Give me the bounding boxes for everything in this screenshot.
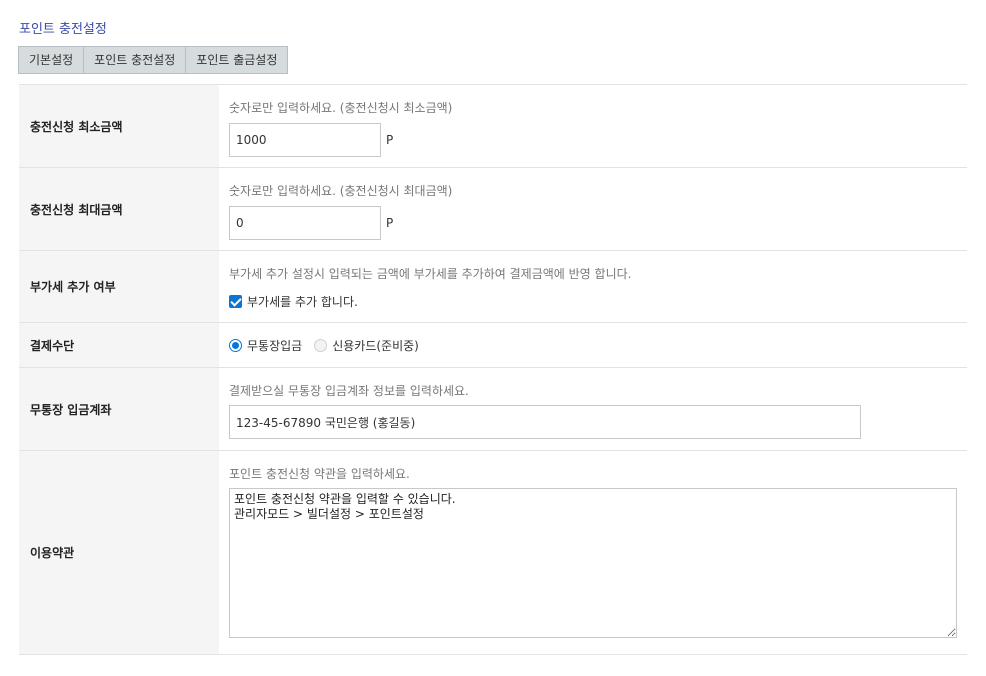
max-amount-label: 충전신청 최대금액 <box>19 168 219 250</box>
row-max-amount: 충전신청 최대금액 숫자로만 입력하세요. (충전신청시 최대금액) P <box>19 168 967 251</box>
radio-credit-card <box>314 338 328 352</box>
terms-content: 포인트 충전신청 약관을 입력하세요. 포인트 충전신청 약관을 입력할 수 있… <box>219 451 967 654</box>
min-amount-hint: 숫자로만 입력하세요. (충전신청시 최소금액) <box>229 101 453 115</box>
bank-account-label: 무통장 입금계좌 <box>19 368 219 450</box>
max-amount-unit: P <box>386 216 394 230</box>
row-min-amount: 충전신청 최소금액 숫자로만 입력하세요. (충전신청시 최소금액) P <box>19 85 967 168</box>
tab-point-charge-settings[interactable]: 포인트 충전설정 <box>84 47 187 73</box>
vat-checkbox[interactable] <box>229 295 242 308</box>
radio-credit-card-label: 신용카드(준비중) <box>332 338 419 353</box>
tab-point-withdraw-settings[interactable]: 포인트 출금설정 <box>186 47 287 73</box>
row-vat: 부가세 추가 여부 부가세 추가 설정시 입력되는 금액에 부가세를 추가하여 … <box>19 251 967 323</box>
vat-hint: 부가세 추가 설정시 입력되는 금액에 부가세를 추가하여 결제금액에 반영 합… <box>229 267 632 281</box>
vat-checkbox-label[interactable]: 부가세를 추가 합니다. <box>247 293 358 310</box>
row-bank-account: 무통장 입금계좌 결제받으실 무통장 입금계좌 정보를 입력하세요. <box>19 368 967 451</box>
payment-method-label: 결제수단 <box>19 323 219 367</box>
settings-table: 충전신청 최소금액 숫자로만 입력하세요. (충전신청시 최소금액) P 충전신… <box>19 84 967 655</box>
radio-bank-transfer[interactable] <box>229 338 242 352</box>
vat-label: 부가세 추가 여부 <box>19 251 219 322</box>
tab-bar: 기본설정 포인트 충전설정 포인트 출금설정 <box>18 46 289 74</box>
vat-content: 부가세 추가 설정시 입력되는 금액에 부가세를 추가하여 결제금액에 반영 합… <box>219 251 967 322</box>
page-title: 포인트 충전설정 <box>19 22 107 37</box>
terms-label: 이용약관 <box>19 451 219 654</box>
vat-checkbox-row[interactable]: 부가세를 추가 합니다. <box>229 293 358 310</box>
radio-bank-transfer-label[interactable]: 무통장입금 <box>247 337 302 354</box>
tab-basic-settings[interactable]: 기본설정 <box>19 47 85 73</box>
bank-account-input[interactable] <box>229 405 861 439</box>
row-terms: 이용약관 포인트 충전신청 약관을 입력하세요. 포인트 충전신청 약관을 입력… <box>19 451 967 655</box>
min-amount-unit: P <box>386 133 394 147</box>
bank-account-content: 결제받으실 무통장 입금계좌 정보를 입력하세요. <box>219 368 967 450</box>
terms-hint: 포인트 충전신청 약관을 입력하세요. <box>229 467 410 481</box>
payment-method-content: 무통장입금 신용카드(준비중) <box>219 323 967 367</box>
terms-textarea[interactable]: 포인트 충전신청 약관을 입력할 수 있습니다. 관리자모드 > 빌더설정 > … <box>229 488 957 638</box>
max-amount-hint: 숫자로만 입력하세요. (충전신청시 최대금액) <box>229 184 453 198</box>
min-amount-input[interactable] <box>229 123 381 157</box>
bank-account-hint: 결제받으실 무통장 입금계좌 정보를 입력하세요. <box>229 384 469 398</box>
row-payment-method: 결제수단 무통장입금 신용카드(준비중) <box>19 323 967 368</box>
max-amount-input[interactable] <box>229 206 381 240</box>
min-amount-content: 숫자로만 입력하세요. (충전신청시 최소금액) P <box>219 85 967 167</box>
min-amount-label: 충전신청 최소금액 <box>19 85 219 167</box>
max-amount-content: 숫자로만 입력하세요. (충전신청시 최대금액) P <box>219 168 967 250</box>
